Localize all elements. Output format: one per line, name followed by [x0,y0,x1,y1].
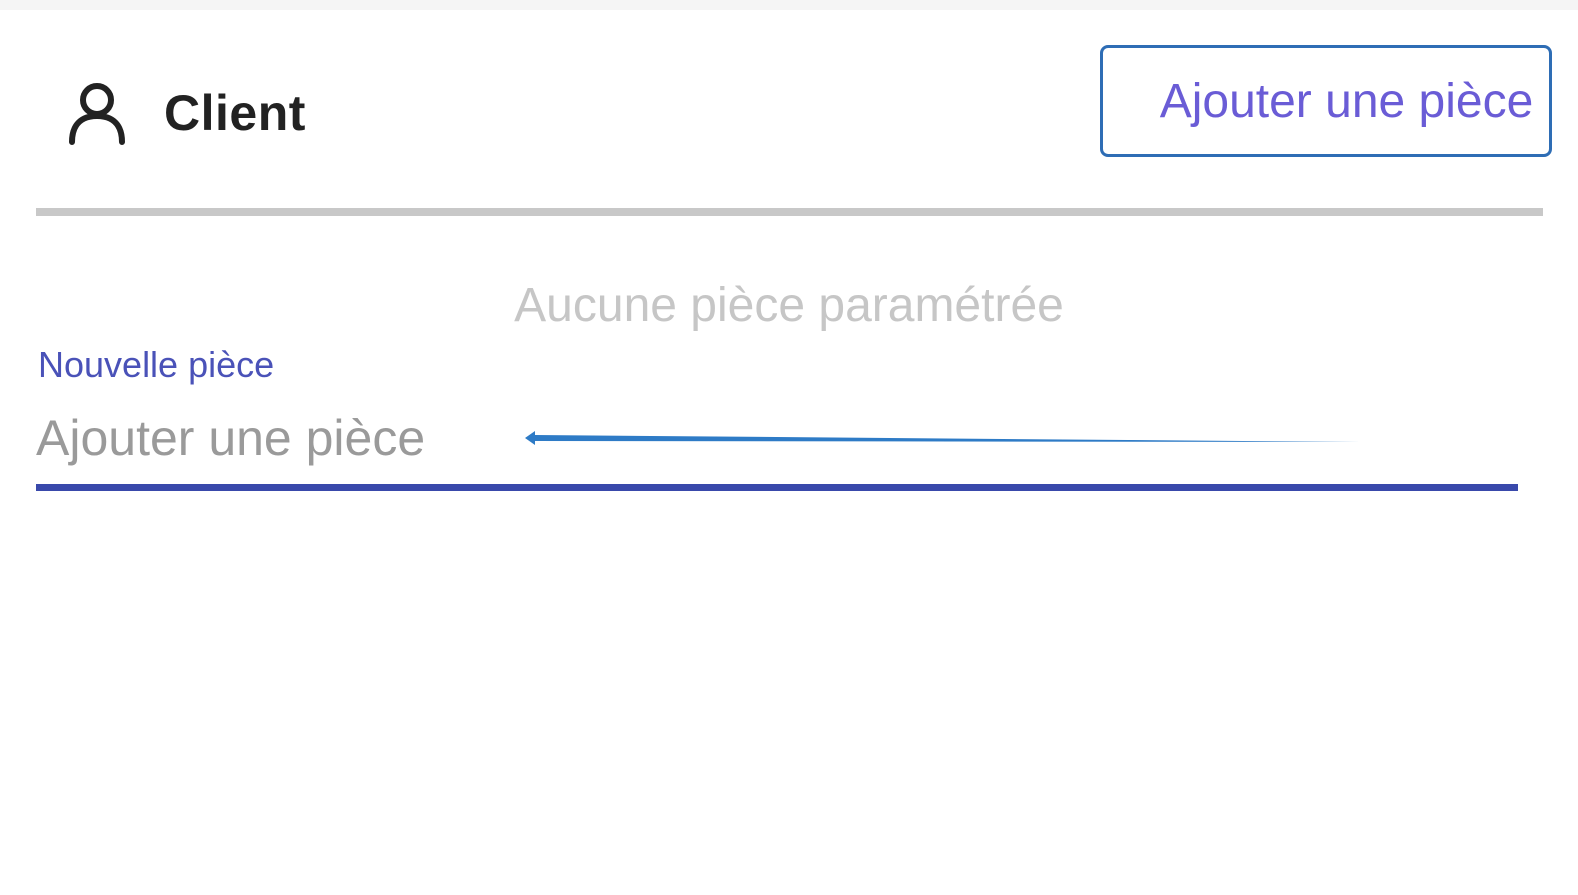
top-strip [0,0,1578,10]
header-divider [36,208,1543,216]
new-room-label: Nouvelle pièce [38,344,275,385]
new-room-input[interactable] [36,400,506,476]
client-title: Client [164,85,306,141]
user-icon [69,83,125,145]
new-room-input-underline [36,484,1518,491]
client-header: Client [66,80,306,146]
empty-rooms-message: Aucune pièce paramétrée [514,279,1064,332]
add-room-button[interactable]: Ajouter une pièce [1100,45,1552,157]
arrow-left-icon [525,431,1360,445]
page: Client Ajouter une pièce Aucune pièce pa… [0,0,1578,895]
